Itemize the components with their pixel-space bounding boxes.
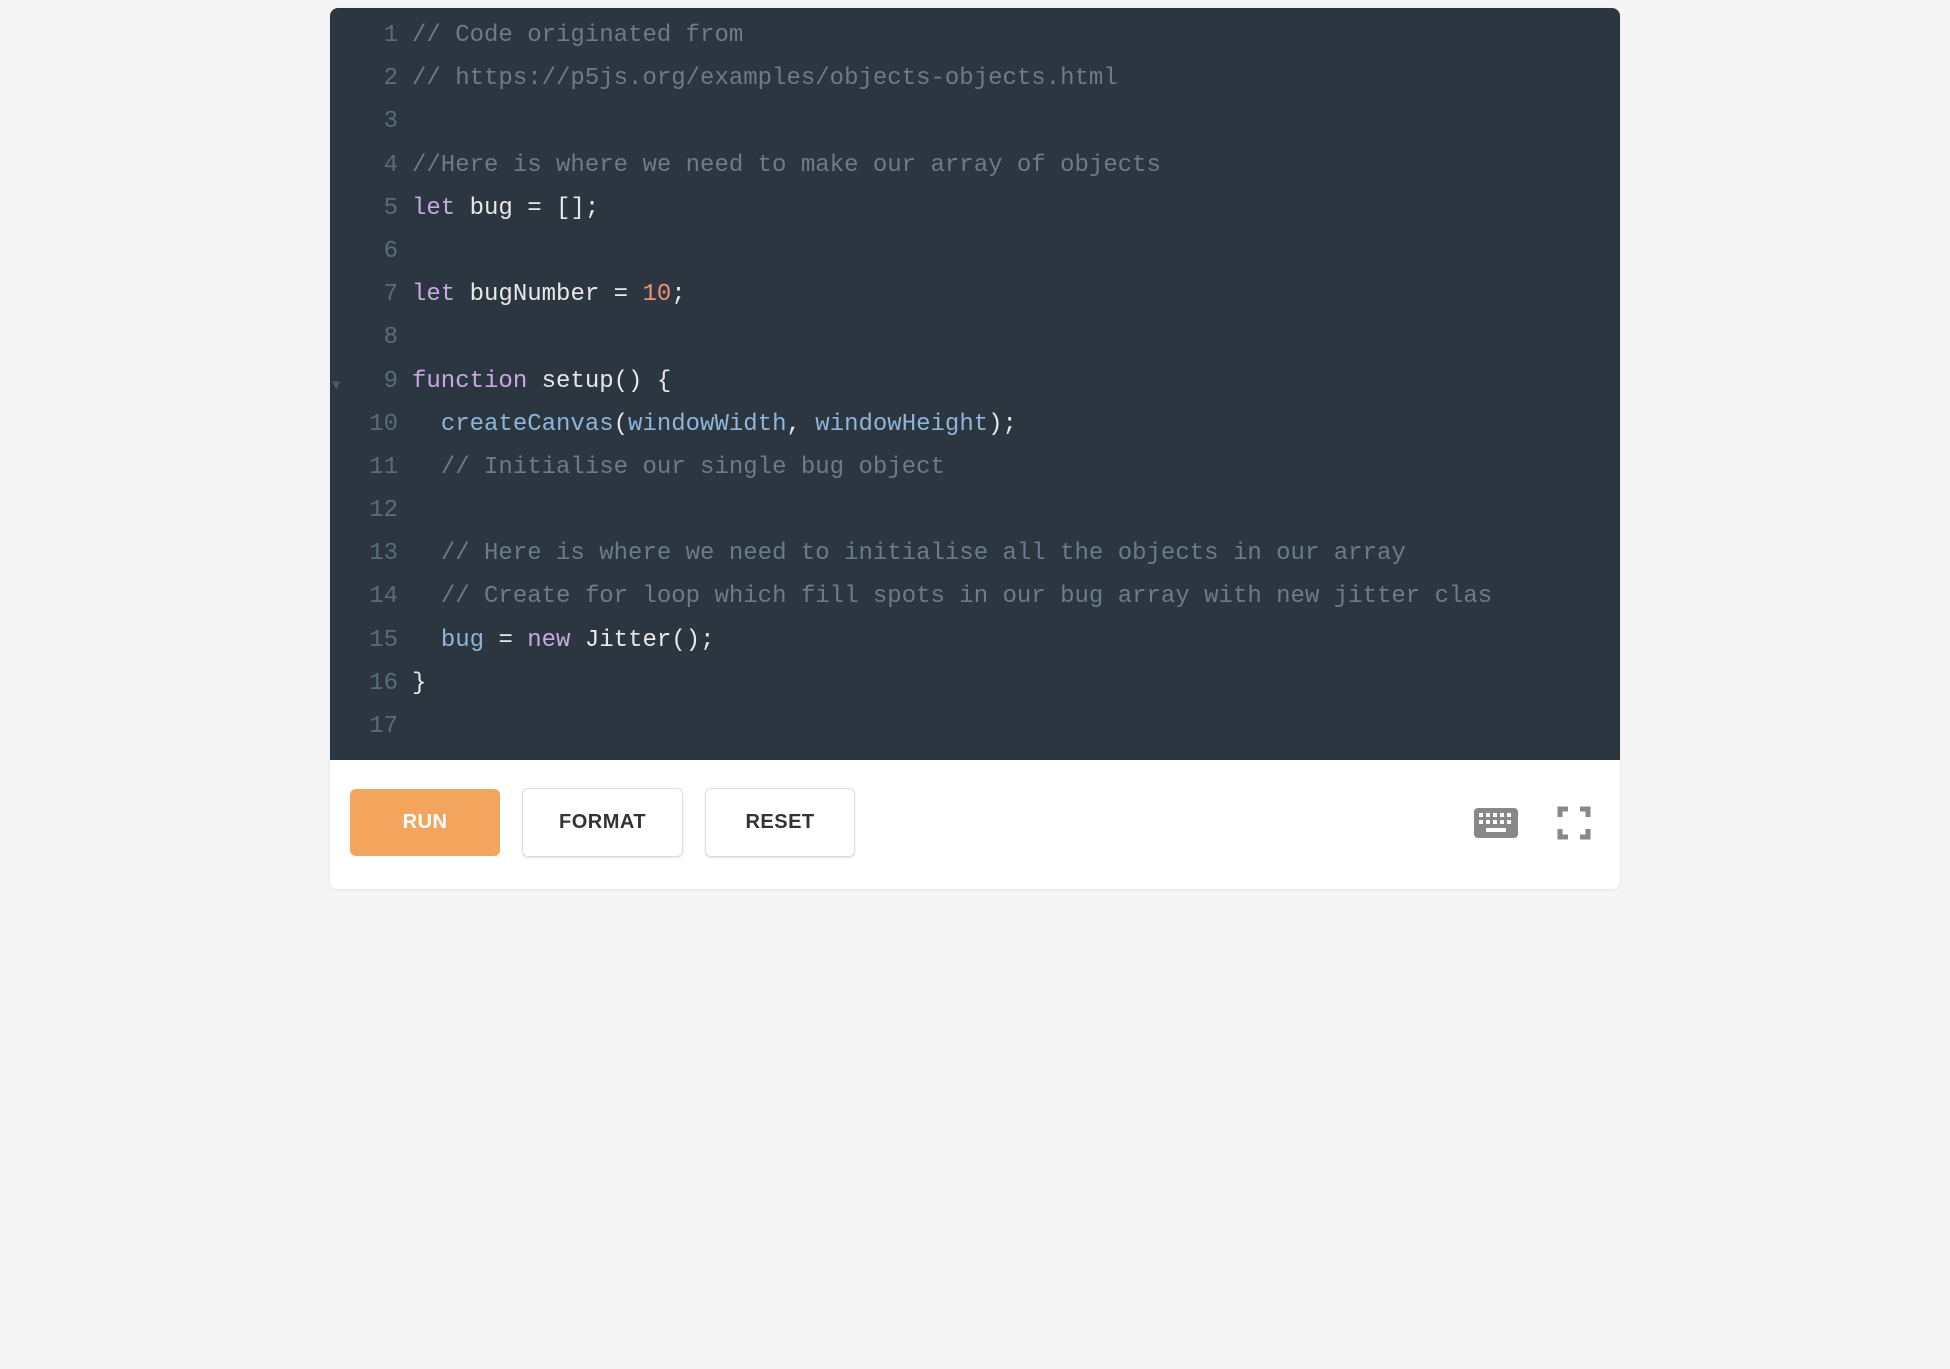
token-num: 10 xyxy=(642,281,671,308)
code-line[interactable] xyxy=(412,100,1620,143)
token-ident xyxy=(628,281,642,308)
fullscreen-icon xyxy=(1556,805,1592,841)
line-number: 4 xyxy=(358,144,398,187)
line-number: 12 xyxy=(358,489,398,532)
fold-gutter: ▼ xyxy=(330,14,348,748)
token-comment: // Code originated from xyxy=(412,22,743,49)
token-punc: ( xyxy=(614,411,628,438)
line-number: 10 xyxy=(358,403,398,446)
token-keyword: let xyxy=(412,195,455,222)
token-ident xyxy=(513,627,527,654)
token-var: bug xyxy=(441,627,484,654)
token-punc: = xyxy=(614,281,628,308)
token-param: windowWidth xyxy=(628,411,786,438)
code-line[interactable] xyxy=(412,705,1620,748)
code-line[interactable] xyxy=(412,230,1620,273)
token-punc: = xyxy=(498,627,512,654)
token-punc: (); xyxy=(671,627,714,654)
editor-container: ▼ 1234567891011121314151617 // Code orig… xyxy=(330,8,1620,889)
token-func: createCanvas xyxy=(441,411,614,438)
line-number: 2 xyxy=(358,57,398,100)
code-line[interactable]: let bug = []; xyxy=(412,187,1620,230)
token-class: Jitter xyxy=(585,627,671,654)
token-keyword: function xyxy=(412,368,527,395)
token-punc: { xyxy=(657,368,671,395)
code-line[interactable] xyxy=(412,489,1620,532)
code-line[interactable]: // Code originated from xyxy=(412,14,1620,57)
code-line[interactable]: //Here is where we need to make our arra… xyxy=(412,144,1620,187)
toolbar: RUN FORMAT RESET xyxy=(330,760,1620,889)
line-number: 11 xyxy=(358,446,398,489)
line-number: 9 xyxy=(358,360,398,403)
run-button[interactable]: RUN xyxy=(350,789,500,856)
fold-marker-icon[interactable]: ▼ xyxy=(332,374,340,399)
token-ident xyxy=(570,627,584,654)
code-lines[interactable]: // Code originated from // https://p5js.o… xyxy=(412,14,1620,748)
token-comment: // Initialise our single bug object xyxy=(441,454,945,481)
token-ident xyxy=(801,411,815,438)
line-number: 6 xyxy=(358,230,398,273)
token-ident xyxy=(542,195,556,222)
token-ident xyxy=(412,540,441,567)
token-ident xyxy=(484,627,498,654)
line-number: 15 xyxy=(358,619,398,662)
line-number: 13 xyxy=(358,532,398,575)
token-ident xyxy=(412,411,441,438)
token-keyword: let xyxy=(412,281,455,308)
token-punc: () xyxy=(614,368,643,395)
code-editor[interactable]: ▼ 1234567891011121314151617 // Code orig… xyxy=(330,8,1620,760)
token-comment: // Create for loop which fill spots in o… xyxy=(441,583,1492,610)
line-number: 17 xyxy=(358,705,398,748)
token-punc: } xyxy=(412,670,426,697)
format-button[interactable]: FORMAT xyxy=(522,788,683,857)
token-ident: setup xyxy=(542,368,614,395)
code-line[interactable]: let bugNumber = 10; xyxy=(412,273,1620,316)
token-punc: = xyxy=(527,195,541,222)
code-line[interactable] xyxy=(412,316,1620,359)
token-ident xyxy=(642,368,656,395)
code-line[interactable]: bug = new Jitter(); xyxy=(412,619,1620,662)
token-ident xyxy=(412,583,441,610)
token-ident xyxy=(412,454,441,481)
line-number-gutter: 1234567891011121314151617 xyxy=(348,14,412,748)
token-param: windowHeight xyxy=(815,411,988,438)
code-line[interactable]: createCanvas(windowWidth, windowHeight); xyxy=(412,403,1620,446)
token-ident: bugNumber xyxy=(455,281,613,308)
line-number: 14 xyxy=(358,575,398,618)
code-line[interactable]: } xyxy=(412,662,1620,705)
token-punc: , xyxy=(786,411,800,438)
token-punc: ); xyxy=(988,411,1017,438)
line-number: 16 xyxy=(358,662,398,705)
code-line[interactable]: // Initialise our single bug object xyxy=(412,446,1620,489)
reset-button[interactable]: RESET xyxy=(705,788,855,857)
code-line[interactable]: // https://p5js.org/examples/objects-obj… xyxy=(412,57,1620,100)
token-comment: // Here is where we need to initialise a… xyxy=(441,540,1406,567)
keyboard-button[interactable] xyxy=(1466,800,1526,846)
code-line[interactable]: // Create for loop which fill spots in o… xyxy=(412,575,1620,618)
keyboard-icon xyxy=(1474,808,1518,838)
line-number: 7 xyxy=(358,273,398,316)
fullscreen-button[interactable] xyxy=(1548,797,1600,849)
code-line[interactable]: function setup() { xyxy=(412,360,1620,403)
token-ident: bug xyxy=(455,195,527,222)
token-comment: // https://p5js.org/examples/objects-obj… xyxy=(412,65,1118,92)
token-new: new xyxy=(527,627,570,654)
token-ident xyxy=(412,627,441,654)
code-line[interactable]: // Here is where we need to initialise a… xyxy=(412,532,1620,575)
line-number: 1 xyxy=(358,14,398,57)
token-punc: ; xyxy=(671,281,685,308)
line-number: 8 xyxy=(358,316,398,359)
token-ident xyxy=(527,368,541,395)
token-comment: //Here is where we need to make our arra… xyxy=(412,152,1161,179)
line-number: 3 xyxy=(358,100,398,143)
token-punc: []; xyxy=(556,195,599,222)
line-number: 5 xyxy=(358,187,398,230)
